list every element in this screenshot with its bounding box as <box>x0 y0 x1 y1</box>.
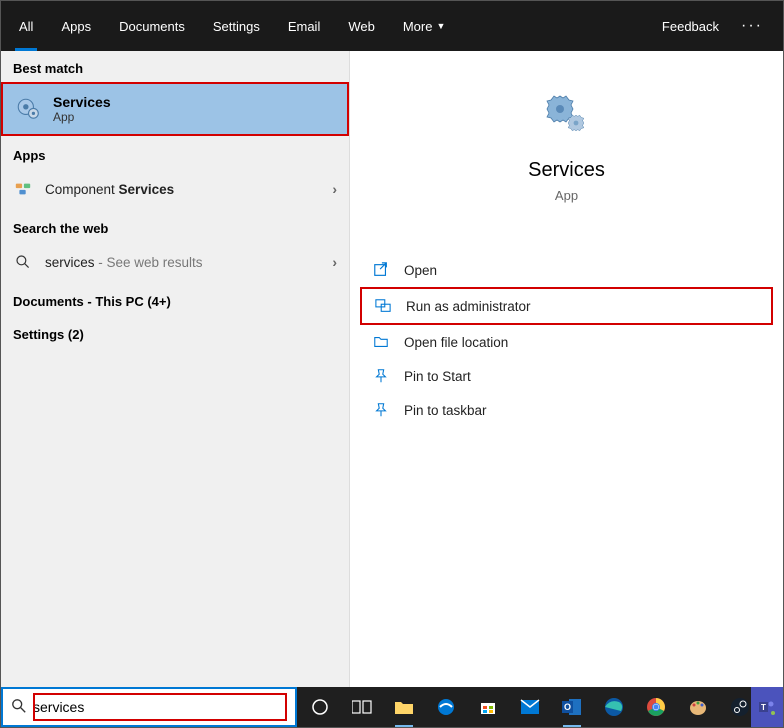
apps-result-component-services[interactable]: Component Services › <box>1 169 349 209</box>
chevron-right-icon: › <box>332 181 337 197</box>
chrome-icon[interactable] <box>635 687 677 727</box>
edge-legacy-icon[interactable] <box>425 687 467 727</box>
web-header: Search the web <box>1 209 349 242</box>
best-match-result[interactable]: Services App <box>1 82 349 136</box>
results-panel: Best match Services App Apps Component S… <box>1 51 349 687</box>
taskbar: O T <box>1 687 783 727</box>
edge-chromium-icon[interactable] <box>593 687 635 727</box>
chevron-right-icon: › <box>332 254 337 270</box>
web-result[interactable]: services - See web results › <box>1 242 349 282</box>
pin-taskbar-icon <box>372 401 390 419</box>
best-match-subtitle: App <box>53 110 111 124</box>
apps-header: Apps <box>1 136 349 169</box>
action-pin-to-taskbar[interactable]: Pin to taskbar <box>360 393 773 427</box>
feedback-link[interactable]: Feedback <box>652 19 729 34</box>
best-match-text: Services App <box>53 94 111 124</box>
chevron-down-icon: ▼ <box>436 21 445 31</box>
filter-tabs: All Apps Documents Settings Email Web Mo… <box>5 1 652 51</box>
taskbar-icons: O <box>297 687 763 727</box>
services-icon <box>15 96 41 122</box>
svg-text:T: T <box>761 703 766 712</box>
action-list: Open Run as administrator Open file loca… <box>350 223 783 427</box>
admin-icon <box>374 297 392 315</box>
search-header: All Apps Documents Settings Email Web Mo… <box>1 1 783 51</box>
teams-icon[interactable]: T <box>751 687 783 727</box>
action-open-file-location[interactable]: Open file location <box>360 325 773 359</box>
svg-text:O: O <box>564 702 571 712</box>
settings-header[interactable]: Settings (2) <box>1 315 349 348</box>
file-explorer-icon[interactable] <box>383 687 425 727</box>
search-input[interactable] <box>29 699 287 715</box>
documents-header[interactable]: Documents - This PC (4+) <box>1 282 349 315</box>
best-match-title: Services <box>53 94 111 110</box>
action-label: Run as administrator <box>406 299 531 314</box>
tab-more[interactable]: More▼ <box>389 1 460 51</box>
more-options-icon[interactable]: ··· <box>735 17 769 35</box>
paint-icon[interactable] <box>677 687 719 727</box>
apps-result-label: Component Services <box>45 182 320 197</box>
pin-start-icon <box>372 367 390 385</box>
best-match-header: Best match <box>1 51 349 82</box>
tab-apps[interactable]: Apps <box>47 1 105 51</box>
search-icon <box>13 252 33 272</box>
store-icon[interactable] <box>467 687 509 727</box>
taskbar-search[interactable] <box>1 687 297 727</box>
preview-title: Services <box>370 159 763 182</box>
folder-icon <box>372 333 390 351</box>
tab-all[interactable]: All <box>5 1 47 51</box>
tab-settings[interactable]: Settings <box>199 1 274 51</box>
preview-panel: Services App Open Run as administrator O… <box>349 51 783 687</box>
cortana-icon[interactable] <box>299 687 341 727</box>
component-services-icon <box>13 179 33 199</box>
tab-email[interactable]: Email <box>274 1 335 51</box>
outlook-icon[interactable]: O <box>551 687 593 727</box>
action-label: Pin to taskbar <box>404 403 487 418</box>
preview-services-icon <box>542 91 592 141</box>
action-label: Open file location <box>404 335 508 350</box>
search-content: Best match Services App Apps Component S… <box>1 51 783 687</box>
open-icon <box>372 261 390 279</box>
task-view-icon[interactable] <box>341 687 383 727</box>
preview-subtitle: App <box>370 188 763 203</box>
action-label: Open <box>404 263 437 278</box>
search-icon <box>11 698 29 716</box>
web-result-label: services - See web results <box>45 255 320 270</box>
action-label: Pin to Start <box>404 369 471 384</box>
tab-web[interactable]: Web <box>334 1 389 51</box>
action-run-as-administrator[interactable]: Run as administrator <box>360 287 773 325</box>
action-open[interactable]: Open <box>360 253 773 287</box>
action-pin-to-start[interactable]: Pin to Start <box>360 359 773 393</box>
preview-header: Services App <box>350 51 783 223</box>
tab-documents[interactable]: Documents <box>105 1 199 51</box>
mail-icon[interactable] <box>509 687 551 727</box>
header-right: Feedback ··· <box>652 17 779 35</box>
